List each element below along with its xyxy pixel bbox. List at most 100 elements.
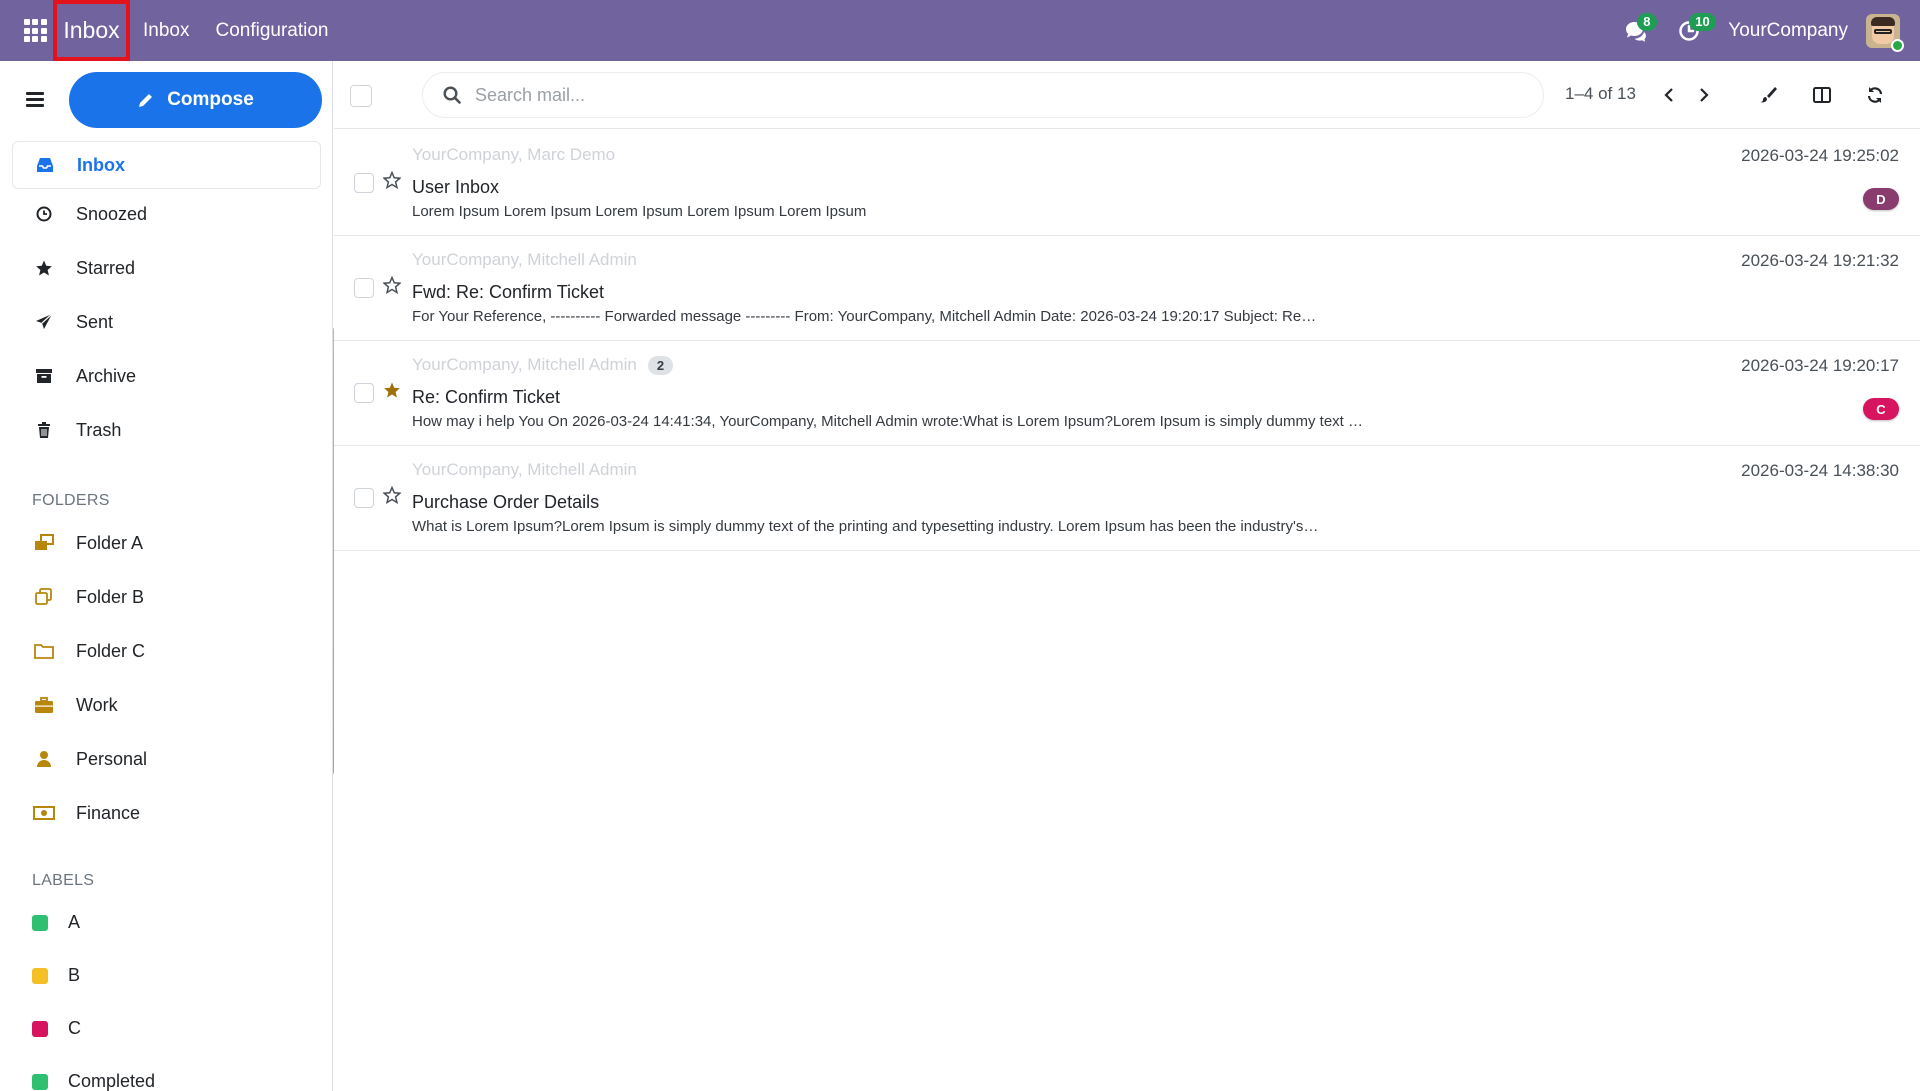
refresh-icon	[1867, 87, 1883, 103]
sidebar-item-finance[interactable]: Finance	[12, 789, 321, 837]
sidebar-item-work[interactable]: Work	[12, 681, 321, 729]
apps-grid-icon	[23, 19, 47, 42]
mail-label-tag[interactable]: C	[1863, 398, 1899, 420]
hamburger-menu-icon[interactable]	[26, 92, 44, 110]
messaging-menu[interactable]: 8	[1608, 0, 1662, 61]
activities-count-badge: 10	[1689, 13, 1716, 31]
sidebar-item-label: Folder A	[76, 532, 144, 553]
archive-icon	[12, 368, 76, 384]
label-item-a[interactable]: A	[32, 912, 80, 933]
chevron-right-icon	[1700, 88, 1709, 102]
mail-row[interactable]: YourCompany, Mitchell Admin Purchase Ord…	[334, 446, 1920, 551]
mail-row[interactable]: YourCompany, Marc Demo User Inbox Lorem …	[334, 131, 1920, 236]
split-view-button[interactable]	[1808, 81, 1836, 109]
sidebar-item-label: Work	[76, 694, 118, 715]
mail-subject: Purchase Order Details	[412, 492, 600, 512]
app-brand[interactable]: Inbox	[53, 0, 130, 61]
sidebar-item-trash[interactable]: Trash	[12, 406, 321, 454]
mail-subject: Fwd: Re: Confirm Ticket	[412, 282, 605, 302]
label-item-b[interactable]: B	[32, 965, 80, 986]
next-page-button[interactable]	[1690, 81, 1718, 109]
select-all-checkbox[interactable]	[350, 85, 372, 107]
mail-date: 2026-03-24 19:21:32	[1741, 251, 1899, 270]
sidebar-item-inbox[interactable]: Inbox	[12, 141, 321, 189]
sidebar-item-label: Archive	[76, 365, 137, 386]
compose-label: Compose	[167, 89, 254, 110]
sidebar-item-archive[interactable]: Archive	[12, 352, 321, 400]
mail-row[interactable]: YourCompany, Mitchell Admin Fwd: Re: Con…	[334, 236, 1920, 341]
activities-menu[interactable]: 10	[1662, 0, 1716, 61]
search-icon	[443, 86, 461, 104]
mail-preview: Lorem Ipsum Lorem Ipsum Lorem Ipsum Lore…	[412, 203, 867, 220]
sidebar-item-folder-c[interactable]: Folder C	[12, 627, 321, 675]
paintbrush-icon	[1760, 87, 1777, 103]
mail-toolbar: 1–4 of 13	[334, 61, 1920, 129]
user-avatar[interactable]	[1866, 13, 1904, 52]
label-item-name: C	[68, 1018, 81, 1038]
sidebar-item-personal[interactable]: Personal	[12, 735, 321, 783]
mail-date: 2026-03-24 19:20:17	[1741, 356, 1899, 375]
chevron-left-icon	[1664, 88, 1673, 102]
thread-count-badge: 2	[647, 355, 674, 375]
sidebar-item-folder-a[interactable]: Folder A	[12, 519, 321, 567]
mail-checkbox[interactable]	[354, 278, 374, 298]
sidebar-item-label: Trash	[76, 419, 122, 440]
mail-checkbox[interactable]	[354, 173, 374, 193]
mail-preview: What is Lorem Ipsum?Lorem Ipsum is simpl…	[412, 518, 1319, 535]
label-item-completed[interactable]: Completed	[32, 1071, 155, 1091]
mail-subject: Re: Confirm Ticket	[412, 387, 561, 407]
sidebar-item-label: Sent	[76, 311, 114, 332]
folder-icon	[12, 643, 76, 659]
sidebar-item-folder-b[interactable]: Folder B	[12, 573, 321, 621]
folders-section-title: FOLDERS	[32, 492, 110, 509]
star-filled-icon[interactable]	[383, 381, 401, 399]
briefcase-icon	[12, 696, 76, 714]
company-switcher[interactable]: YourCompany	[1716, 20, 1866, 42]
mail-from: YourCompany, Mitchell Admin	[412, 250, 637, 269]
labels-section-title: LABELS	[32, 872, 95, 889]
pager-value: 1–4 of 13	[1565, 84, 1636, 103]
label-item-c[interactable]: C	[32, 1018, 81, 1039]
star-icon	[12, 259, 76, 277]
sidebar-item-starred[interactable]: Starred	[12, 244, 321, 292]
sidebar-item-label: Folder C	[76, 640, 146, 661]
mail-subject: User Inbox	[412, 177, 500, 197]
menu-inbox[interactable]: Inbox	[130, 0, 202, 61]
sidebar-item-sent[interactable]: Sent	[12, 298, 321, 346]
inbox-icon	[13, 157, 77, 173]
sidebar-item-label: Folder B	[76, 586, 145, 607]
label-color-swatch	[32, 1073, 48, 1090]
sidebar-item-label: Snoozed	[76, 203, 148, 224]
search-bar	[422, 72, 1544, 118]
label-item-name: B	[68, 965, 81, 985]
mail-checkbox[interactable]	[354, 488, 374, 508]
online-status-indicator	[1891, 38, 1904, 52]
mail-checkbox[interactable]	[354, 383, 374, 403]
sidebar-item-label: Personal	[76, 748, 148, 769]
menu-configuration[interactable]: Configuration	[202, 0, 341, 61]
mail-row[interactable]: YourCompany, Mitchell Admin 2 Re: Confir…	[334, 341, 1920, 446]
columns-icon	[1813, 87, 1831, 103]
previous-page-button[interactable]	[1655, 81, 1683, 109]
mail-date: 2026-03-24 14:38:30	[1741, 461, 1899, 480]
mail-list-panel: 1–4 of 13 YourCompany, Marc Demo User In…	[334, 61, 1920, 1091]
refresh-button[interactable]	[1861, 81, 1889, 109]
folders-icon	[12, 534, 76, 552]
customize-theme-button[interactable]	[1754, 81, 1782, 109]
label-color-swatch	[32, 1020, 48, 1037]
mail-preview: For Your Reference, ---------- Forwarded…	[412, 308, 1317, 325]
sidebar-item-snoozed[interactable]: Snoozed	[12, 190, 321, 238]
label-item-name: Completed	[68, 1071, 156, 1091]
paper-plane-icon	[12, 313, 76, 331]
compose-button[interactable]: Compose	[69, 72, 322, 128]
trash-icon	[12, 421, 76, 439]
star-outline-icon[interactable]	[383, 171, 401, 189]
star-outline-icon[interactable]	[383, 276, 401, 294]
search-input[interactable]	[475, 84, 1475, 106]
pencil-icon	[139, 92, 154, 107]
mail-label-tag[interactable]: D	[1863, 188, 1899, 210]
mail-preview: How may i help You On 2026-03-24 14:41:3…	[412, 413, 1363, 430]
copy-folder-icon	[12, 587, 76, 607]
mail-from: YourCompany, Mitchell Admin 2	[412, 355, 674, 375]
star-outline-icon[interactable]	[383, 486, 401, 504]
